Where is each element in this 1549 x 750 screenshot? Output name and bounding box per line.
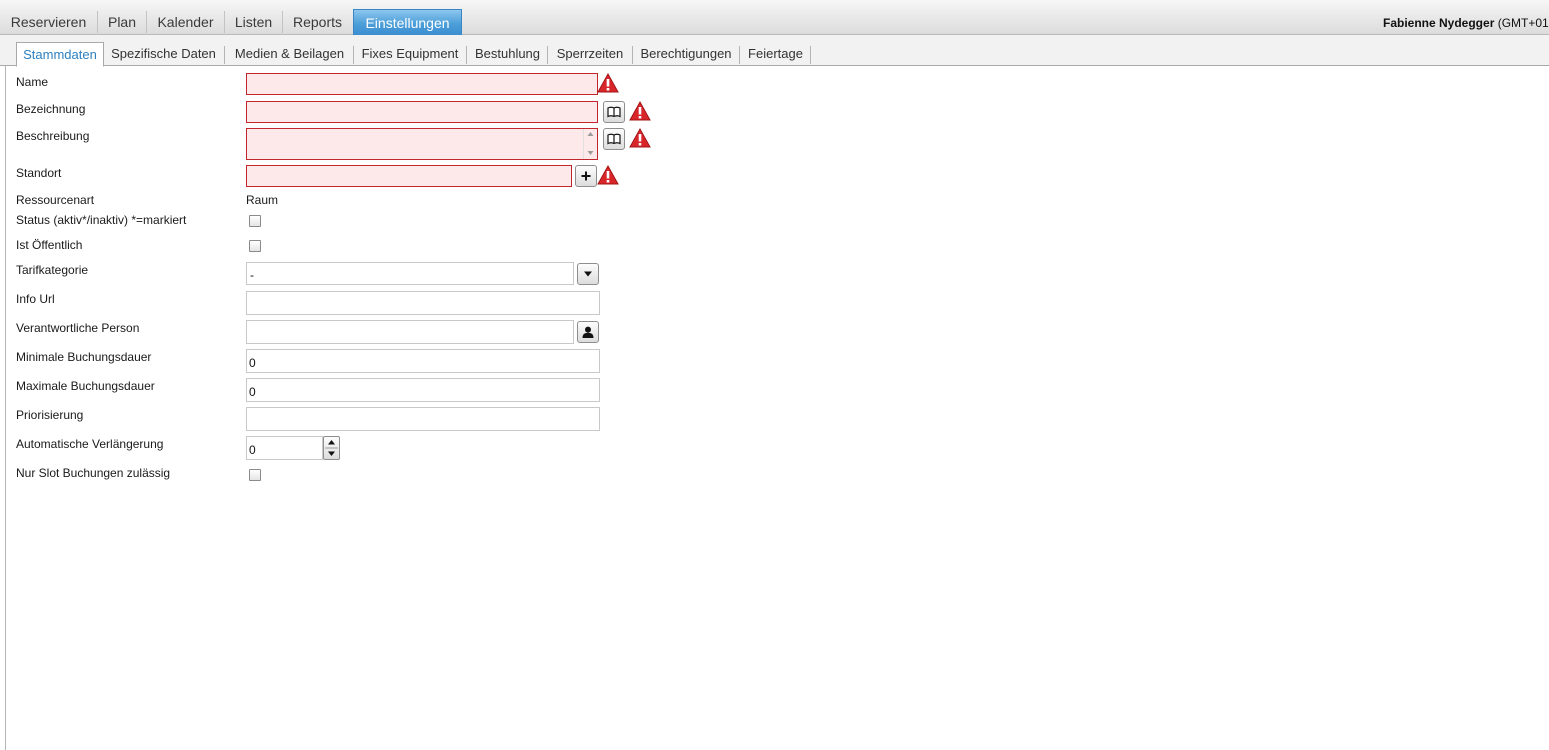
slot-buchungen-label: Nur Slot Buchungen zulässig	[16, 466, 171, 480]
min-dauer-label: Minimale Buchungsdauer	[16, 350, 152, 364]
settings-tabs: Stammdaten Spezifische Daten Medien & Be…	[0, 35, 1549, 67]
tab-divider	[547, 46, 548, 64]
verantwortlich-input[interactable]	[246, 320, 574, 344]
tab-berechtigungen[interactable]: Berechtigungen	[634, 42, 738, 66]
add-standort-button[interactable]	[575, 165, 597, 187]
book-icon	[607, 133, 621, 145]
plus-icon	[581, 171, 591, 181]
warning-icon	[629, 128, 651, 148]
warning-icon	[597, 73, 619, 93]
tarifkategorie-label: Tarifkategorie	[16, 263, 89, 277]
tab-divider	[224, 46, 225, 64]
auto-verlaengerung-label: Automatische Verlängerung	[16, 437, 164, 451]
oeffentlich-checkbox[interactable]	[249, 240, 261, 252]
tab-sperrzeiten[interactable]: Sperrzeiten	[549, 42, 631, 66]
info-url-label: Info Url	[16, 292, 55, 306]
chevron-down-icon	[584, 271, 592, 277]
translate-button[interactable]	[603, 101, 625, 123]
beschreibung-label: Beschreibung	[16, 129, 90, 143]
auto-verlaengerung-stepper[interactable]	[323, 436, 340, 460]
ressourcenart-value: Raum	[246, 193, 279, 207]
nav-reports[interactable]: Reports	[283, 9, 352, 35]
info-url-input[interactable]	[246, 291, 600, 315]
user-name: Fabienne Nydegger	[1383, 16, 1495, 30]
verantwortlich-label: Verantwortliche Person	[16, 321, 140, 335]
standort-label: Standort	[16, 166, 62, 180]
textarea-scrollbar[interactable]	[583, 129, 597, 159]
warning-icon	[629, 101, 651, 121]
bezeichnung-input[interactable]	[246, 101, 598, 123]
tarifkategorie-dropdown-button[interactable]	[577, 263, 599, 285]
main-navigation: Reservieren Plan Kalender Listen Reports…	[0, 0, 1549, 35]
priorisierung-input[interactable]	[246, 407, 600, 431]
tarifkategorie-select[interactable]: -	[246, 262, 574, 285]
standort-input[interactable]	[246, 165, 572, 187]
stepper-arrows-icon	[325, 440, 338, 456]
max-dauer-input[interactable]	[246, 378, 600, 402]
tab-fixes-equipment[interactable]: Fixes Equipment	[355, 42, 465, 66]
tarifkategorie-value: -	[250, 268, 254, 282]
tab-divider	[632, 46, 633, 64]
form-panel	[5, 66, 1549, 750]
user-timezone: (GMT+01	[1497, 16, 1549, 30]
status-checkbox[interactable]	[249, 215, 261, 227]
tab-bestuhlung[interactable]: Bestuhlung	[468, 42, 547, 66]
ressourcenart-label: Ressourcenart	[16, 193, 95, 207]
translate-button[interactable]	[603, 128, 625, 150]
min-dauer-input[interactable]	[246, 349, 600, 373]
tab-divider	[739, 46, 740, 64]
scroll-arrows-icon	[587, 132, 594, 155]
max-dauer-label: Maximale Buchungsdauer	[16, 379, 155, 393]
tab-spezifische-daten[interactable]: Spezifische Daten	[105, 42, 222, 66]
tab-divider	[466, 46, 467, 64]
nav-einstellungen[interactable]: Einstellungen	[353, 9, 462, 35]
tab-divider	[353, 46, 354, 64]
slot-buchungen-checkbox[interactable]	[249, 469, 261, 481]
beschreibung-textarea[interactable]	[246, 128, 598, 160]
nav-listen[interactable]: Listen	[225, 9, 282, 35]
nav-kalender[interactable]: Kalender	[147, 9, 224, 35]
nav-reservieren[interactable]: Reservieren	[0, 9, 97, 35]
priorisierung-label: Priorisierung	[16, 408, 84, 422]
name-label: Name	[16, 75, 49, 89]
select-person-button[interactable]	[577, 321, 599, 343]
auto-verlaengerung-input[interactable]	[246, 436, 323, 460]
tab-stammdaten[interactable]: Stammdaten	[16, 42, 104, 67]
bezeichnung-label: Bezeichnung	[16, 102, 86, 116]
status-label: Status (aktiv*/inaktiv) *=markiert	[16, 213, 187, 227]
person-icon	[582, 326, 594, 338]
tab-medien-beilagen[interactable]: Medien & Beilagen	[226, 42, 353, 66]
user-info: Fabienne Nydegger (GMT+01	[1383, 16, 1549, 30]
name-input[interactable]	[246, 73, 598, 95]
tab-feiertage[interactable]: Feiertage	[741, 42, 810, 66]
book-icon	[607, 106, 621, 118]
tab-divider	[810, 46, 811, 64]
nav-plan[interactable]: Plan	[98, 9, 146, 35]
oeffentlich-label: Ist Öffentlich	[16, 238, 83, 252]
warning-icon	[597, 165, 619, 185]
